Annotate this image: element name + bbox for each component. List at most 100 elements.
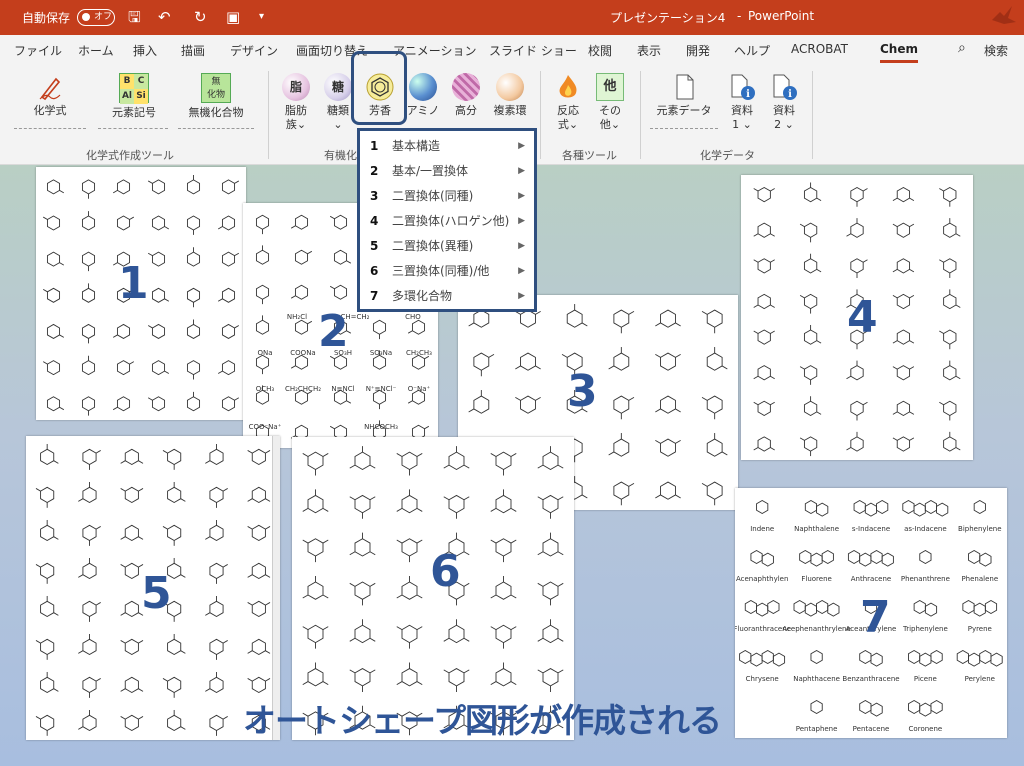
compound-name: Biphenylene [958, 525, 1002, 533]
menu-item-basic-structure[interactable]: 1 基本構造 ▶ [370, 136, 525, 156]
group-separator [268, 71, 269, 159]
aliphatic-label: 脂肪 [285, 104, 307, 117]
compound-name: Perylene [964, 675, 995, 683]
formula-label: 化学式 [33, 104, 67, 117]
sheet-number-7: 7 [860, 592, 891, 643]
group-tools-label: 各種ツール [562, 149, 617, 162]
search-label[interactable]: 検索 [984, 42, 1008, 59]
sugar-label: 糖類 [327, 104, 349, 117]
info-document-icon: i [731, 74, 755, 100]
inorganic-label: 無機化合物 [188, 106, 244, 119]
other-label: その [599, 104, 621, 117]
compound-name: Phenalene [961, 575, 999, 583]
other-button[interactable]: 他 その 他⌄ [594, 73, 626, 132]
tab-slideshow[interactable]: スライド ショー [489, 42, 577, 59]
menu-item-di-different[interactable]: 5 二置換体(異種) ▶ [370, 236, 525, 256]
customize-qat-icon[interactable]: ▾ [259, 7, 264, 27]
molecule-label: NHCOCH₃ [364, 423, 398, 431]
footer-caption: オートシェープ図形が作成される [243, 701, 722, 740]
heterocycle-icon [496, 73, 524, 101]
heterocycle-button[interactable]: 複素環 [490, 73, 530, 118]
save-icon[interactable]: 🖫 [128, 7, 141, 27]
material2-label: 資料 [773, 104, 795, 117]
group-chemdata-label: 化学データ [700, 149, 755, 162]
dash-divider [14, 128, 86, 129]
tab-home[interactable]: ホーム [78, 42, 114, 59]
tab-chem[interactable]: Chem [880, 42, 918, 63]
tab-view[interactable]: 表示 [637, 42, 661, 59]
svg-text:i: i [788, 89, 792, 100]
sheet-number-5: 5 [141, 568, 172, 619]
tab-acrobat[interactable]: ACROBAT [791, 42, 848, 56]
tab-help[interactable]: ヘルプ [734, 42, 770, 59]
element-data-label: 元素データ [656, 104, 712, 117]
tab-draw[interactable]: 描画 [181, 42, 205, 59]
chevron-right-icon: ▶ [518, 191, 525, 201]
group-separator [812, 71, 813, 159]
group-formula-label: 化学式作成ツール [86, 149, 174, 162]
document-icon [676, 74, 694, 100]
inorganic-button[interactable]: 無 化物 無機化合物 [184, 73, 248, 120]
menu-item-tri-same[interactable]: 6 三置換体(同種)/他 ▶ [370, 261, 525, 281]
search-icon[interactable]: ⌕ [958, 40, 966, 56]
aliphatic-icon: 脂 [282, 73, 310, 101]
present-icon[interactable]: ▣ [226, 7, 240, 27]
chevron-right-icon: ▶ [518, 141, 525, 151]
tab-review[interactable]: 校閲 [588, 42, 612, 59]
flame-icon [559, 75, 577, 98]
molecule-label: O⁻Na⁺ [407, 385, 431, 393]
menu-item-mono-substituted[interactable]: 2 基本/一置換体 ▶ [370, 161, 525, 181]
formula-button[interactable]: 化学式 [28, 73, 72, 118]
ribbon-tabs: ファイル ホーム 挿入 描画 デザイン 画面切り替え アニメーション スライド … [0, 35, 1024, 65]
amino-button[interactable]: アミノ [406, 73, 440, 118]
tab-file[interactable]: ファイル [14, 42, 62, 59]
undo-icon[interactable]: ↶ [158, 7, 171, 27]
tab-design[interactable]: デザイン [230, 42, 278, 59]
polymer-icon [452, 73, 480, 101]
sheet-number-6: 6 [430, 546, 461, 597]
menu-item-di-halogen[interactable]: 4 二置換体(ハロゲン他) ▶ [370, 211, 525, 231]
tab-developer[interactable]: 開発 [686, 42, 710, 59]
chevron-right-icon: ▶ [518, 241, 525, 251]
other-icon: 他 [596, 73, 624, 101]
svg-text:i: i [746, 89, 750, 100]
autosave-label: 自動保存 [22, 11, 71, 25]
chevron-right-icon: ▶ [518, 166, 525, 176]
app-name: PowerPoint [748, 9, 815, 23]
bird-decoration-icon [992, 6, 1016, 24]
dash-divider [178, 128, 254, 129]
aliphatic-button[interactable]: 脂 脂肪 族⌄ [280, 73, 312, 132]
sheet-number-4: 4 [847, 292, 878, 343]
sheet-number-1: 1 [118, 258, 149, 309]
polymer-button[interactable]: 高分 [450, 73, 482, 118]
autosave-toggle[interactable]: オフ [77, 9, 115, 26]
amino-label: アミノ [406, 104, 440, 117]
molecule-label: CH₂CH₃ [406, 349, 432, 357]
tab-insert[interactable]: 挿入 [133, 42, 157, 59]
element-grid-icon: B C Al Si [119, 73, 149, 104]
element-data-button[interactable]: 元素データ [656, 73, 712, 118]
redo-icon[interactable]: ↻ [194, 7, 207, 27]
molecule-label: COO⁻Na⁺ [248, 423, 282, 431]
element-symbol-button[interactable]: B C Al Si 元素記号 [108, 73, 160, 120]
compound-name: Pyrene [967, 625, 992, 633]
molecule-label: CHO [405, 313, 421, 321]
info-document-icon: i [773, 74, 797, 100]
material1-button[interactable]: i 資料 1 ⌄ [726, 73, 758, 132]
menu-item-polycyclic[interactable]: 7 多環化合物 ▶ [370, 286, 525, 306]
sheet-number-2: 2 [318, 306, 349, 357]
aromatic-dropdown-menu: 1 基本構造 ▶ 2 基本/一置換体 ▶ 3 二置換体(同種) ▶ 4 二置換体(ハロゲン他)… [357, 128, 537, 312]
menu-item-di-same[interactable]: 3 二置換体(同種) ▶ [370, 186, 525, 206]
inorganic-icon: 無 化物 [201, 73, 231, 103]
pen-icon [39, 77, 61, 101]
document-title: プレゼンテーション4 [610, 11, 726, 25]
chevron-right-icon: ▶ [518, 216, 525, 226]
amino-icon [409, 73, 437, 101]
group-separator [540, 71, 541, 159]
reaction-button[interactable]: 反応 式⌄ [552, 73, 584, 132]
dash-divider [98, 128, 168, 129]
sugar-button[interactable]: 糖 糖類 ⌄ [322, 73, 354, 132]
material2-button[interactable]: i 資料 2 ⌄ [768, 73, 800, 132]
chevron-right-icon: ▶ [518, 291, 525, 301]
heterocycle-label: 複素環 [493, 104, 527, 117]
